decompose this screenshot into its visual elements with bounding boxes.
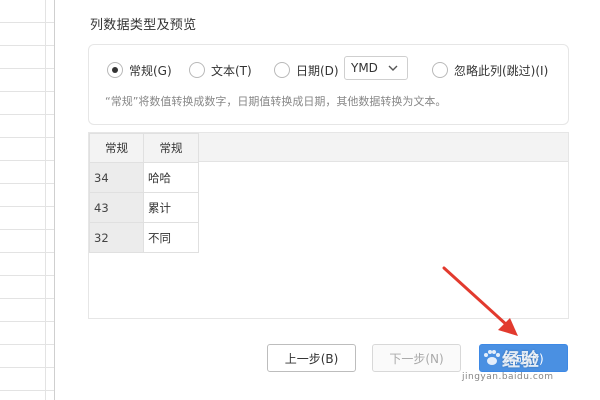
radio-text[interactable]: 文本(T): [189, 59, 252, 81]
radio-skip-circle[interactable]: [432, 62, 448, 78]
preview-cell: 34: [89, 162, 144, 193]
radio-date-circle[interactable]: [274, 62, 290, 78]
data-preview[interactable]: 常规 常规 34 哈哈 43 累计 32 不同: [88, 132, 569, 319]
radio-text-circle[interactable]: [189, 62, 205, 78]
preview-cell: 32: [89, 222, 144, 253]
section-title: 列数据类型及预览: [90, 18, 197, 33]
preview-cell: 累计: [143, 192, 199, 223]
radio-skip-column[interactable]: 忽略此列(跳过)(I): [432, 59, 548, 81]
radio-text-label: 文本(T): [211, 63, 252, 78]
text-import-dialog: 列数据类型及预览 常规(G) 文本(T) 日期(D) YMD 忽略此列(跳过)(…: [56, 0, 600, 400]
preview-cell: 不同: [143, 222, 199, 253]
chevron-down-icon: [388, 65, 398, 71]
radio-general-circle[interactable]: [107, 62, 123, 78]
preview-cell: 43: [89, 192, 144, 223]
radio-date-label: 日期(D): [296, 63, 339, 78]
finish-button[interactable]: 完成(F): [479, 344, 568, 372]
prev-step-button[interactable]: 上一步(B): [267, 344, 356, 372]
next-step-button[interactable]: 下一步(N): [372, 344, 461, 372]
date-format-value: YMD: [351, 61, 378, 75]
preview-column-header[interactable]: 常规: [143, 133, 199, 163]
radio-general[interactable]: 常规(G): [107, 59, 172, 81]
table-row: 32 不同: [89, 222, 199, 253]
radio-general-label: 常规(G): [129, 63, 172, 78]
type-hint-text: “常规”将数值转换成数字，日期值转换成日期，其他数据转换为文本。: [105, 95, 447, 108]
preview-table[interactable]: 常规 常规 34 哈哈 43 累计 32 不同: [89, 133, 199, 253]
preview-column-header[interactable]: 常规: [89, 133, 144, 163]
radio-date[interactable]: 日期(D): [274, 59, 339, 81]
table-row: 43 累计: [89, 192, 199, 223]
column-type-group: 常规(G) 文本(T) 日期(D) YMD 忽略此列(跳过)(I) “常规”将数: [88, 44, 569, 125]
table-row: 34 哈哈: [89, 162, 199, 193]
radio-row: 常规(G) 文本(T) 日期(D) YMD 忽略此列(跳过)(I): [107, 56, 567, 81]
date-format-select[interactable]: YMD: [344, 56, 408, 80]
radio-skip-label: 忽略此列(跳过)(I): [454, 63, 549, 78]
spreadsheet-background: [0, 0, 55, 400]
preview-cell: 哈哈: [143, 162, 199, 193]
